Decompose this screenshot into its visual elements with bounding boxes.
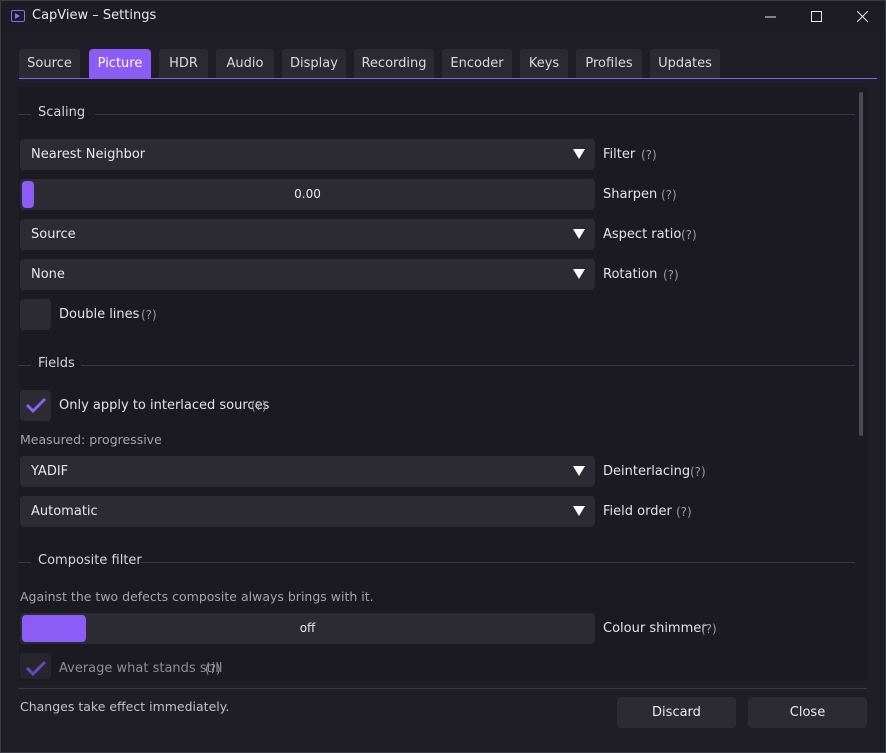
- field-order-label: Field order: [603, 504, 672, 519]
- section-scaling: Scaling: [19, 105, 855, 125]
- aspect-ratio-help[interactable]: (?): [681, 228, 697, 242]
- filter-label: Filter: [603, 147, 636, 162]
- scrollbar-thumb[interactable]: [859, 92, 863, 436]
- deinterlacing-help[interactable]: (?): [690, 465, 706, 479]
- tab-picture[interactable]: Picture: [89, 49, 151, 78]
- rotation-dropdown[interactable]: None: [20, 259, 595, 290]
- average-still-checkbox[interactable]: [20, 653, 51, 679]
- minimize-button[interactable]: [748, 1, 794, 32]
- filter-help[interactable]: (?): [641, 148, 657, 162]
- double-lines-help[interactable]: (?): [141, 308, 157, 322]
- checkmark-icon: [25, 660, 47, 677]
- average-still-label: Average what stands still: [59, 661, 223, 676]
- measured-status: Measured: progressive: [20, 432, 162, 447]
- interlaced-only-help[interactable]: (?): [251, 399, 267, 413]
- section-fields: Fields: [19, 356, 855, 376]
- deinterlacing-label: Deinterlacing: [603, 464, 691, 479]
- tab-audio[interactable]: Audio: [216, 49, 274, 78]
- colour-shimmer-help[interactable]: (?): [701, 622, 717, 636]
- aspect-ratio-dropdown[interactable]: Source: [20, 219, 595, 250]
- composite-description: Against the two defects composite always…: [20, 589, 374, 604]
- sharpen-help[interactable]: (?): [661, 188, 677, 202]
- maximize-button[interactable]: [794, 1, 840, 32]
- title-bar[interactable]: CapView – Settings: [1, 1, 885, 32]
- colour-shimmer-switch[interactable]: off: [20, 613, 595, 644]
- tab-underline: [19, 78, 877, 79]
- chevron-down-icon: [573, 466, 585, 476]
- sharpen-slider[interactable]: 0.00: [20, 179, 595, 210]
- rotation-help[interactable]: (?): [663, 268, 679, 282]
- aspect-ratio-label: Aspect ratio: [603, 227, 682, 242]
- colour-shimmer-label: Colour shimmer: [603, 621, 707, 636]
- tab-updates[interactable]: Updates: [650, 49, 720, 78]
- section-title-composite-filter: Composite filter: [38, 553, 142, 568]
- close-button[interactable]: Close: [748, 697, 867, 728]
- field-order-dropdown[interactable]: Automatic: [20, 496, 595, 527]
- field-order-help[interactable]: (?): [676, 505, 692, 519]
- average-still-help[interactable]: (?): [205, 662, 221, 676]
- maximize-icon: [811, 11, 822, 22]
- section-composite-filter: Composite filter: [19, 553, 855, 573]
- interlaced-only-checkbox[interactable]: [20, 390, 51, 421]
- close-icon: [857, 11, 869, 23]
- tab-hdr[interactable]: HDR: [159, 49, 208, 78]
- discard-button[interactable]: Discard: [617, 697, 736, 728]
- settings-window: CapView – Settings Source Picture HDR Au…: [0, 0, 886, 753]
- footer-status: Changes take effect immediately.: [20, 699, 230, 714]
- tab-display[interactable]: Display: [282, 49, 346, 78]
- minimize-icon: [765, 16, 776, 18]
- tab-keys[interactable]: Keys: [520, 49, 568, 78]
- close-window-button[interactable]: [840, 1, 886, 32]
- section-title-fields: Fields: [38, 356, 75, 371]
- chevron-down-icon: [573, 506, 585, 516]
- tab-encoder[interactable]: Encoder: [442, 49, 512, 78]
- window-title: CapView – Settings: [32, 8, 157, 23]
- double-lines-label: Double lines: [59, 307, 140, 322]
- interlaced-only-label: Only apply to interlaced sources: [59, 398, 270, 413]
- chevron-down-icon: [573, 269, 585, 279]
- checkmark-icon: [25, 397, 47, 414]
- chevron-down-icon: [573, 149, 585, 159]
- tab-source[interactable]: Source: [19, 49, 80, 78]
- deinterlacing-dropdown[interactable]: YADIF: [20, 456, 595, 487]
- tab-profiles[interactable]: Profiles: [576, 49, 642, 78]
- tab-recording[interactable]: Recording: [354, 49, 434, 78]
- filter-dropdown[interactable]: Nearest Neighbor: [20, 139, 595, 170]
- footer-divider: [19, 688, 867, 689]
- sharpen-label: Sharpen: [603, 187, 658, 202]
- sharpen-value: 0.00: [294, 187, 321, 201]
- colour-shimmer-value: off: [299, 621, 316, 635]
- rotation-label: Rotation: [603, 267, 658, 282]
- section-title-scaling: Scaling: [38, 105, 86, 120]
- double-lines-checkbox[interactable]: [20, 299, 51, 330]
- app-icon: [11, 10, 25, 22]
- chevron-down-icon: [573, 229, 585, 239]
